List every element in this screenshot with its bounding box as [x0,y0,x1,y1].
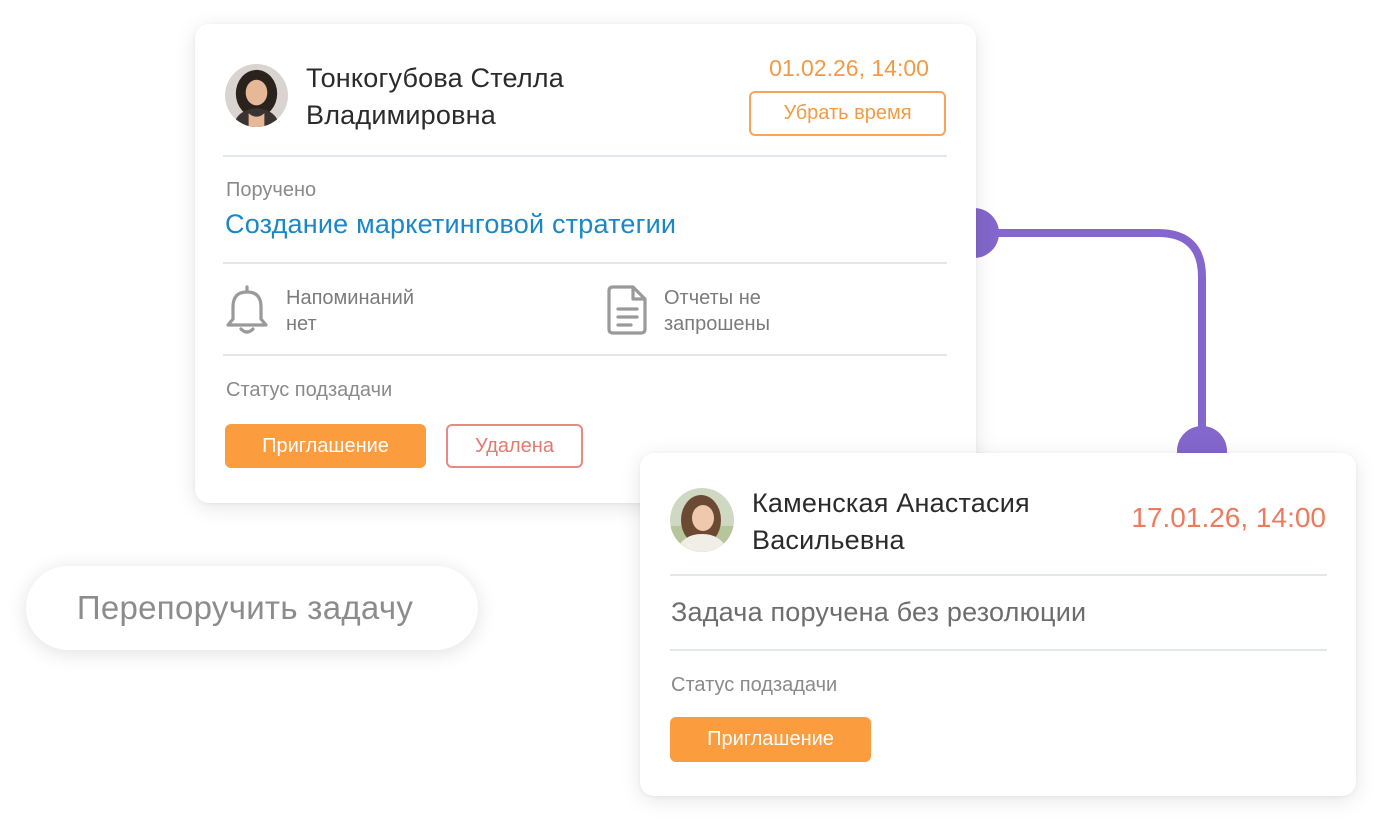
subtask-status-label: Статус подзадачи [671,674,838,696]
task-title-link[interactable]: Создание маркетинговой стратегии [225,209,676,240]
divider [670,574,1327,576]
status-invite-button[interactable]: Приглашение [670,717,871,762]
status-invite-button[interactable]: Приглашение [225,424,426,468]
divider [670,649,1327,651]
reassign-task-button[interactable]: Перепоручить задачу [26,566,478,650]
person-name: Каменская Анастасия Васильевна [752,488,1030,555]
resolution-text: Задача поручена без резолюции [671,597,1087,627]
reassign-task-label: Перепоручить задачу [76,589,414,626]
assigned-label: Поручено [226,179,317,201]
avatar [225,64,288,127]
status-deleted-button[interactable]: Удалена [446,424,583,468]
reminders-status: Напоминаний нет [286,287,414,335]
assignee-card-secondary: Каменская Анастасия Васильевна 17.01.26,… [640,453,1356,796]
bell-icon [223,282,271,336]
divider [223,155,947,157]
reports-status: Отчеты не запрошены [664,287,770,335]
datetime-label: 17.01.26, 14:00 [1131,502,1326,533]
remove-time-button[interactable]: Убрать время [749,91,946,136]
assignee-card-primary: Тонкогубова Стелла Владимировна 01.02.26… [195,24,976,503]
datetime-label: 01.02.26, 14:00 [769,55,929,81]
subtask-status-label: Статус подзадачи [226,379,393,401]
divider [223,262,947,264]
avatar [670,488,734,552]
document-icon [607,284,649,336]
person-name: Тонкогубова Стелла Владимировна [306,63,564,130]
divider [223,354,947,356]
